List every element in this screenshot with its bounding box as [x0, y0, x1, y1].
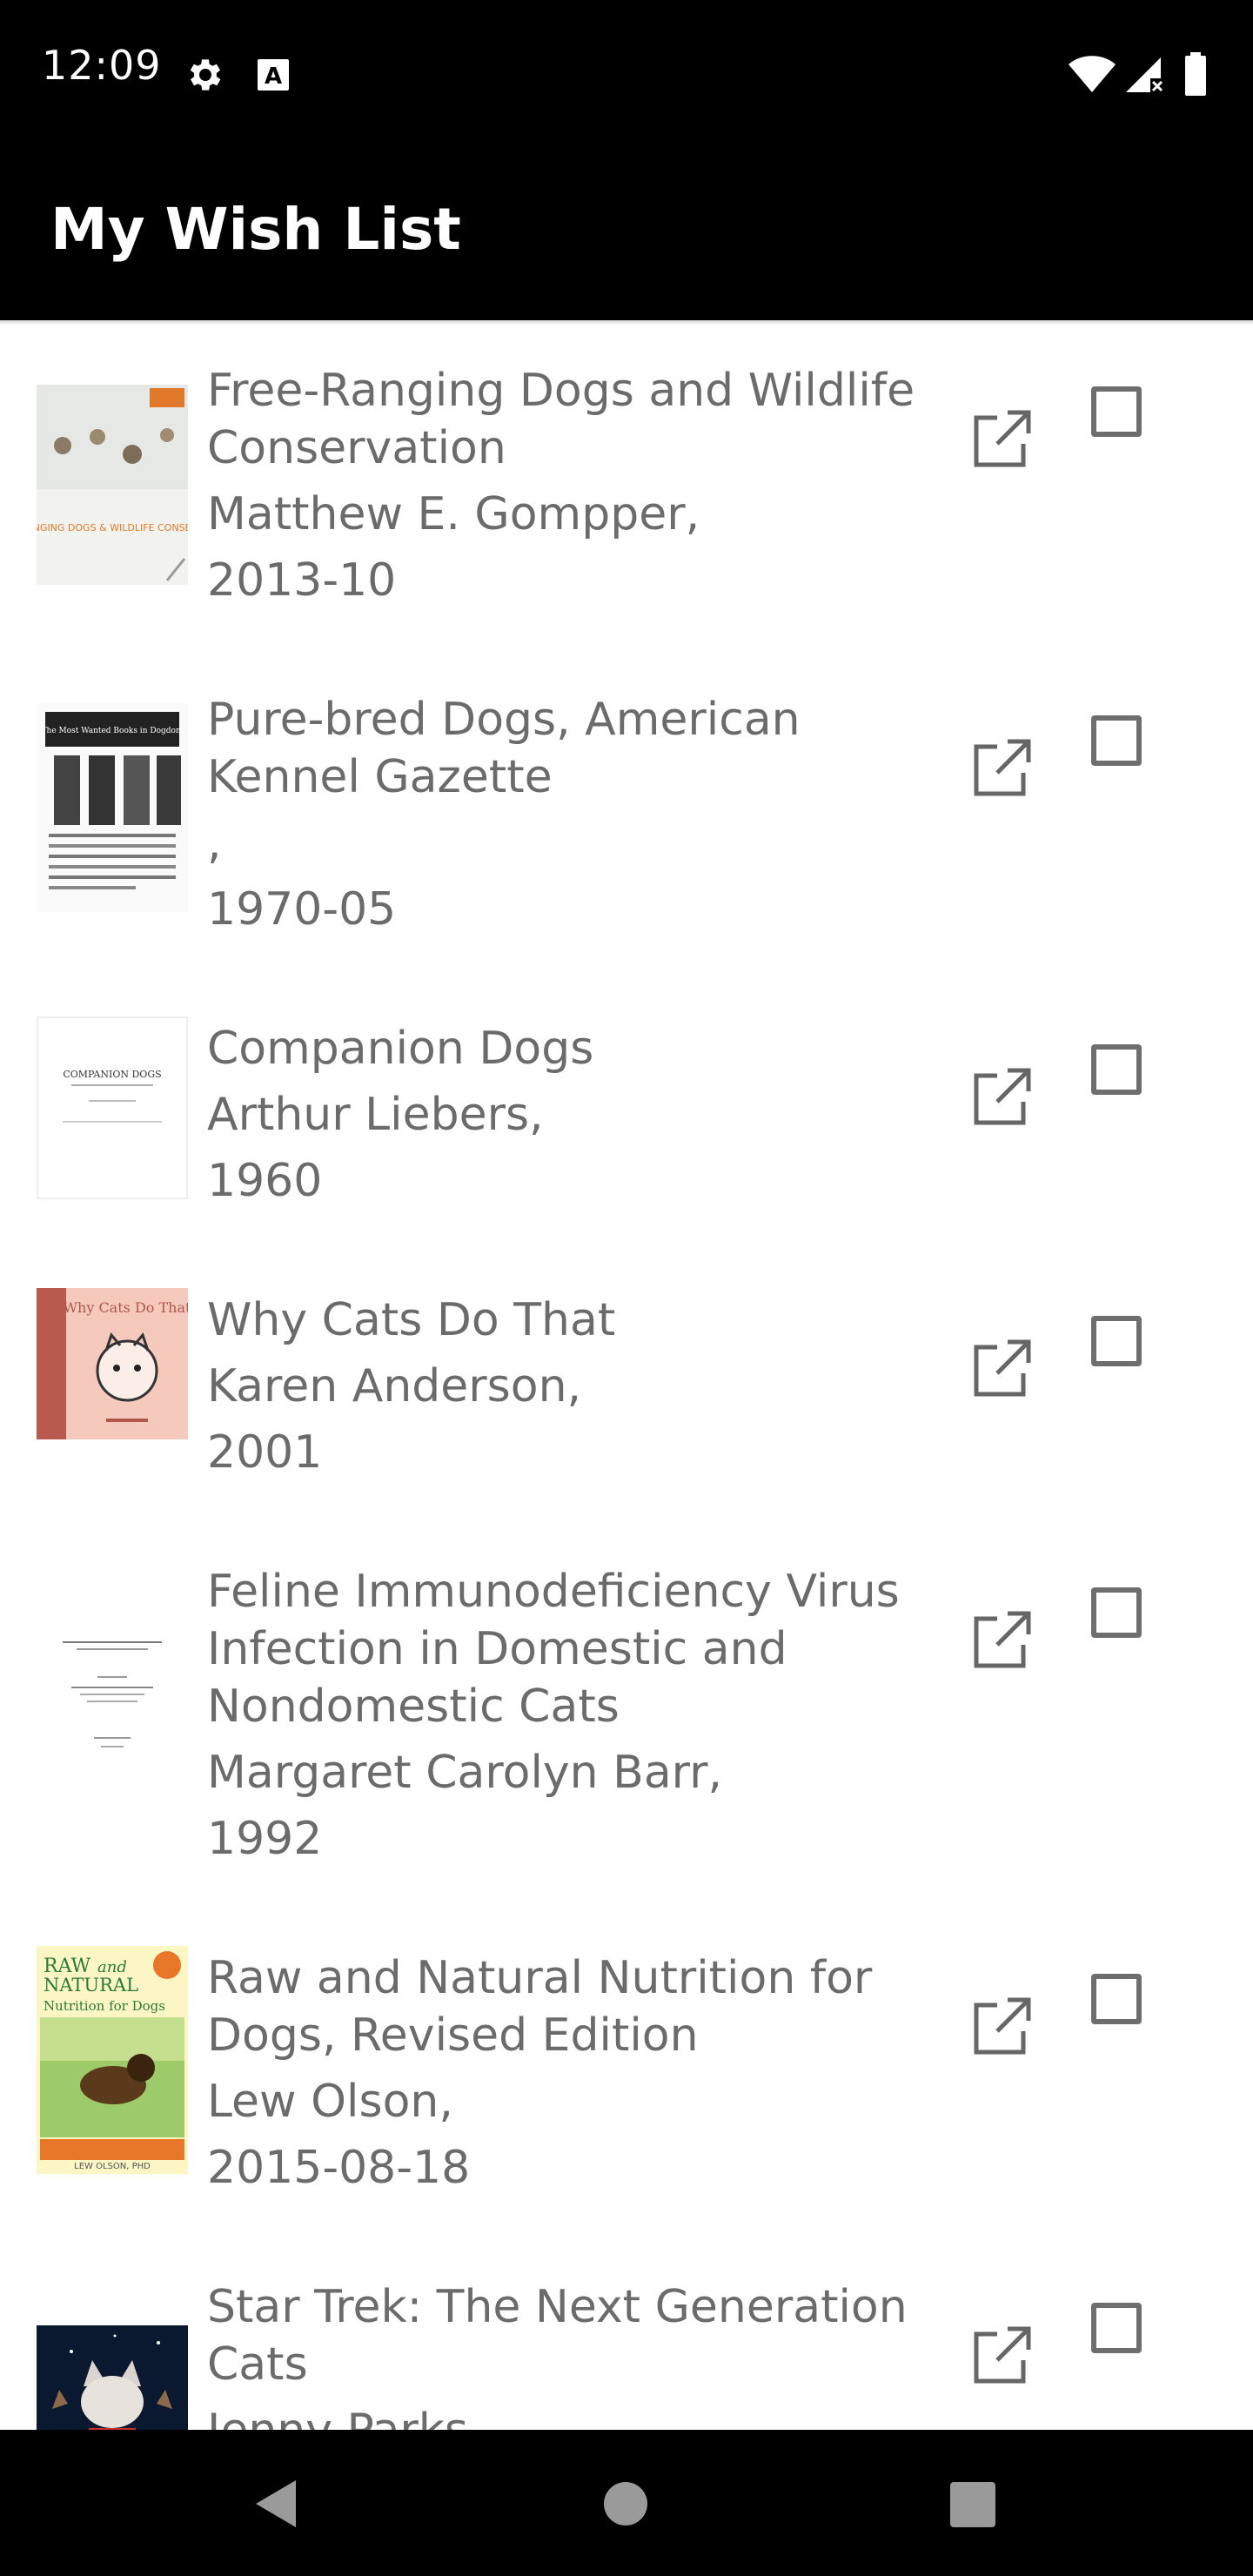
book-cover: Why Cats Do That — [37, 1288, 188, 1439]
book-cover: FREE-RANGING DOGS & WILDLIFE CONSERVATIO… — [37, 385, 188, 585]
cover-text: COMPANION DOGS — [63, 1069, 161, 1080]
open-external-icon[interactable] — [971, 2324, 1034, 2386]
cover-text: The Most Wanted Books in Dogdom — [42, 727, 184, 735]
book-title: Kennel Gazette — [207, 751, 553, 803]
app-bar: My Wish List — [0, 146, 1253, 320]
cover-text: FREE-RANGING DOGS & WILDLIFE CONSERVATIO… — [37, 522, 188, 533]
book-author: Lew Olson, — [207, 2076, 453, 2128]
svg-text:Nutrition for Dogs: Nutrition for Dogs — [44, 1998, 165, 2014]
book-date: 2015-08-18 — [207, 2142, 471, 2194]
book-title: Feline Immunodeficiency Virus — [207, 1566, 900, 1618]
wish-checkbox[interactable] — [1091, 386, 1142, 437]
book-date: 1992 — [207, 1813, 323, 1865]
list-item[interactable]: FREE-RANGING DOGS & WILDLIFE CONSERVATIO… — [0, 320, 1253, 649]
wish-checkbox[interactable] — [1091, 1587, 1142, 1638]
book-title: Nondomestic Cats — [207, 1680, 620, 1733]
list-item[interactable]: Star Trek: The Next Generation Cats Jenn… — [0, 2237, 1253, 2430]
wish-checkbox[interactable] — [1091, 715, 1142, 766]
wifi-icon — [1069, 56, 1116, 92]
home-icon[interactable] — [602, 2480, 649, 2527]
book-author: Margaret Carolyn Barr, — [207, 1747, 723, 1799]
book-cover: The Most Wanted Books in Dogdom — [37, 703, 188, 912]
settings-icon — [190, 59, 221, 91]
svg-text:A: A — [265, 64, 282, 90]
wish-checkbox[interactable] — [1091, 1316, 1142, 1366]
wish-checkbox[interactable] — [1091, 1974, 1142, 2024]
open-external-icon[interactable] — [971, 407, 1034, 470]
book-cover — [37, 2325, 188, 2430]
book-author: , — [207, 817, 222, 869]
book-date: 1960 — [207, 1155, 323, 1207]
open-external-icon[interactable] — [971, 736, 1034, 799]
book-cover — [37, 1563, 188, 1772]
open-external-icon[interactable] — [971, 1337, 1034, 1399]
navigation-bar — [0, 2430, 1253, 2576]
svg-text:and: and — [97, 1958, 127, 1976]
book-date: 2001 — [207, 1426, 323, 1479]
wish-checkbox[interactable] — [1091, 1044, 1142, 1095]
keyboard-a-icon: A — [258, 59, 289, 91]
book-title: Companion Dogs — [207, 1023, 594, 1075]
signal-icon — [1126, 57, 1163, 92]
book-title: Cats — [207, 2338, 308, 2391]
book-author: Karen Anderson, — [207, 1360, 582, 1412]
book-title: Raw and Natural Nutrition for — [207, 1952, 873, 2004]
svg-text:NATURAL: NATURAL — [44, 1975, 138, 1996]
list-item[interactable]: COMPANION DOGS Companion Dogs Arthur Lie… — [0, 978, 1253, 1250]
list-item[interactable]: RAW and NATURAL RAW and NATURAL Nutritio… — [0, 1908, 1253, 2237]
back-icon[interactable] — [249, 2477, 303, 2531]
status-time: 12:09 — [42, 42, 162, 89]
status-bar: 12:09 A — [0, 0, 1253, 146]
open-external-icon[interactable] — [971, 1065, 1034, 1128]
open-external-icon[interactable] — [971, 1995, 1034, 2057]
svg-text:LEW OLSON, PHD: LEW OLSON, PHD — [74, 2162, 151, 2171]
book-date: 1970-05 — [207, 883, 397, 936]
book-title: Pure-bred Dogs, American — [207, 694, 801, 746]
recents-icon[interactable] — [950, 2482, 995, 2527]
book-cover: RAW and NATURAL RAW and NATURAL Nutritio… — [37, 1946, 188, 2174]
list-item[interactable]: The Most Wanted Books in Dogdom Pure-bre… — [0, 649, 1253, 978]
battery-icon — [1185, 52, 1206, 96]
page-title: My Wish List — [50, 196, 461, 263]
book-date: 2013-10 — [207, 554, 397, 607]
book-cover: COMPANION DOGS — [37, 1016, 188, 1199]
book-author: Jenny Parks, — [207, 2402, 483, 2430]
book-title: Dogs, Revised Edition — [207, 2009, 699, 2062]
open-external-icon[interactable] — [971, 1608, 1034, 1671]
list-item[interactable]: Why Cats Do That Why Cats Do That Karen … — [0, 1250, 1253, 1521]
book-title: Infection in Domestic and — [207, 1623, 787, 1675]
wish-checkbox[interactable] — [1091, 2303, 1142, 2353]
book-author: Matthew E. Gompper, — [207, 488, 700, 540]
book-author: Arthur Liebers, — [207, 1089, 544, 1141]
book-title: Star Trek: The Next Generation — [207, 2281, 908, 2333]
cover-text: Why Cats Do That — [64, 1299, 188, 1316]
book-title: Why Cats Do That — [207, 1294, 616, 1346]
book-title: Free-Ranging Dogs and Wildlife — [207, 365, 915, 417]
list-item[interactable]: Feline Immunodeficiency Virus Infection … — [0, 1521, 1253, 1908]
wish-list[interactable]: FREE-RANGING DOGS & WILDLIFE CONSERVATIO… — [0, 320, 1253, 2430]
book-title: Conservation — [207, 422, 506, 474]
